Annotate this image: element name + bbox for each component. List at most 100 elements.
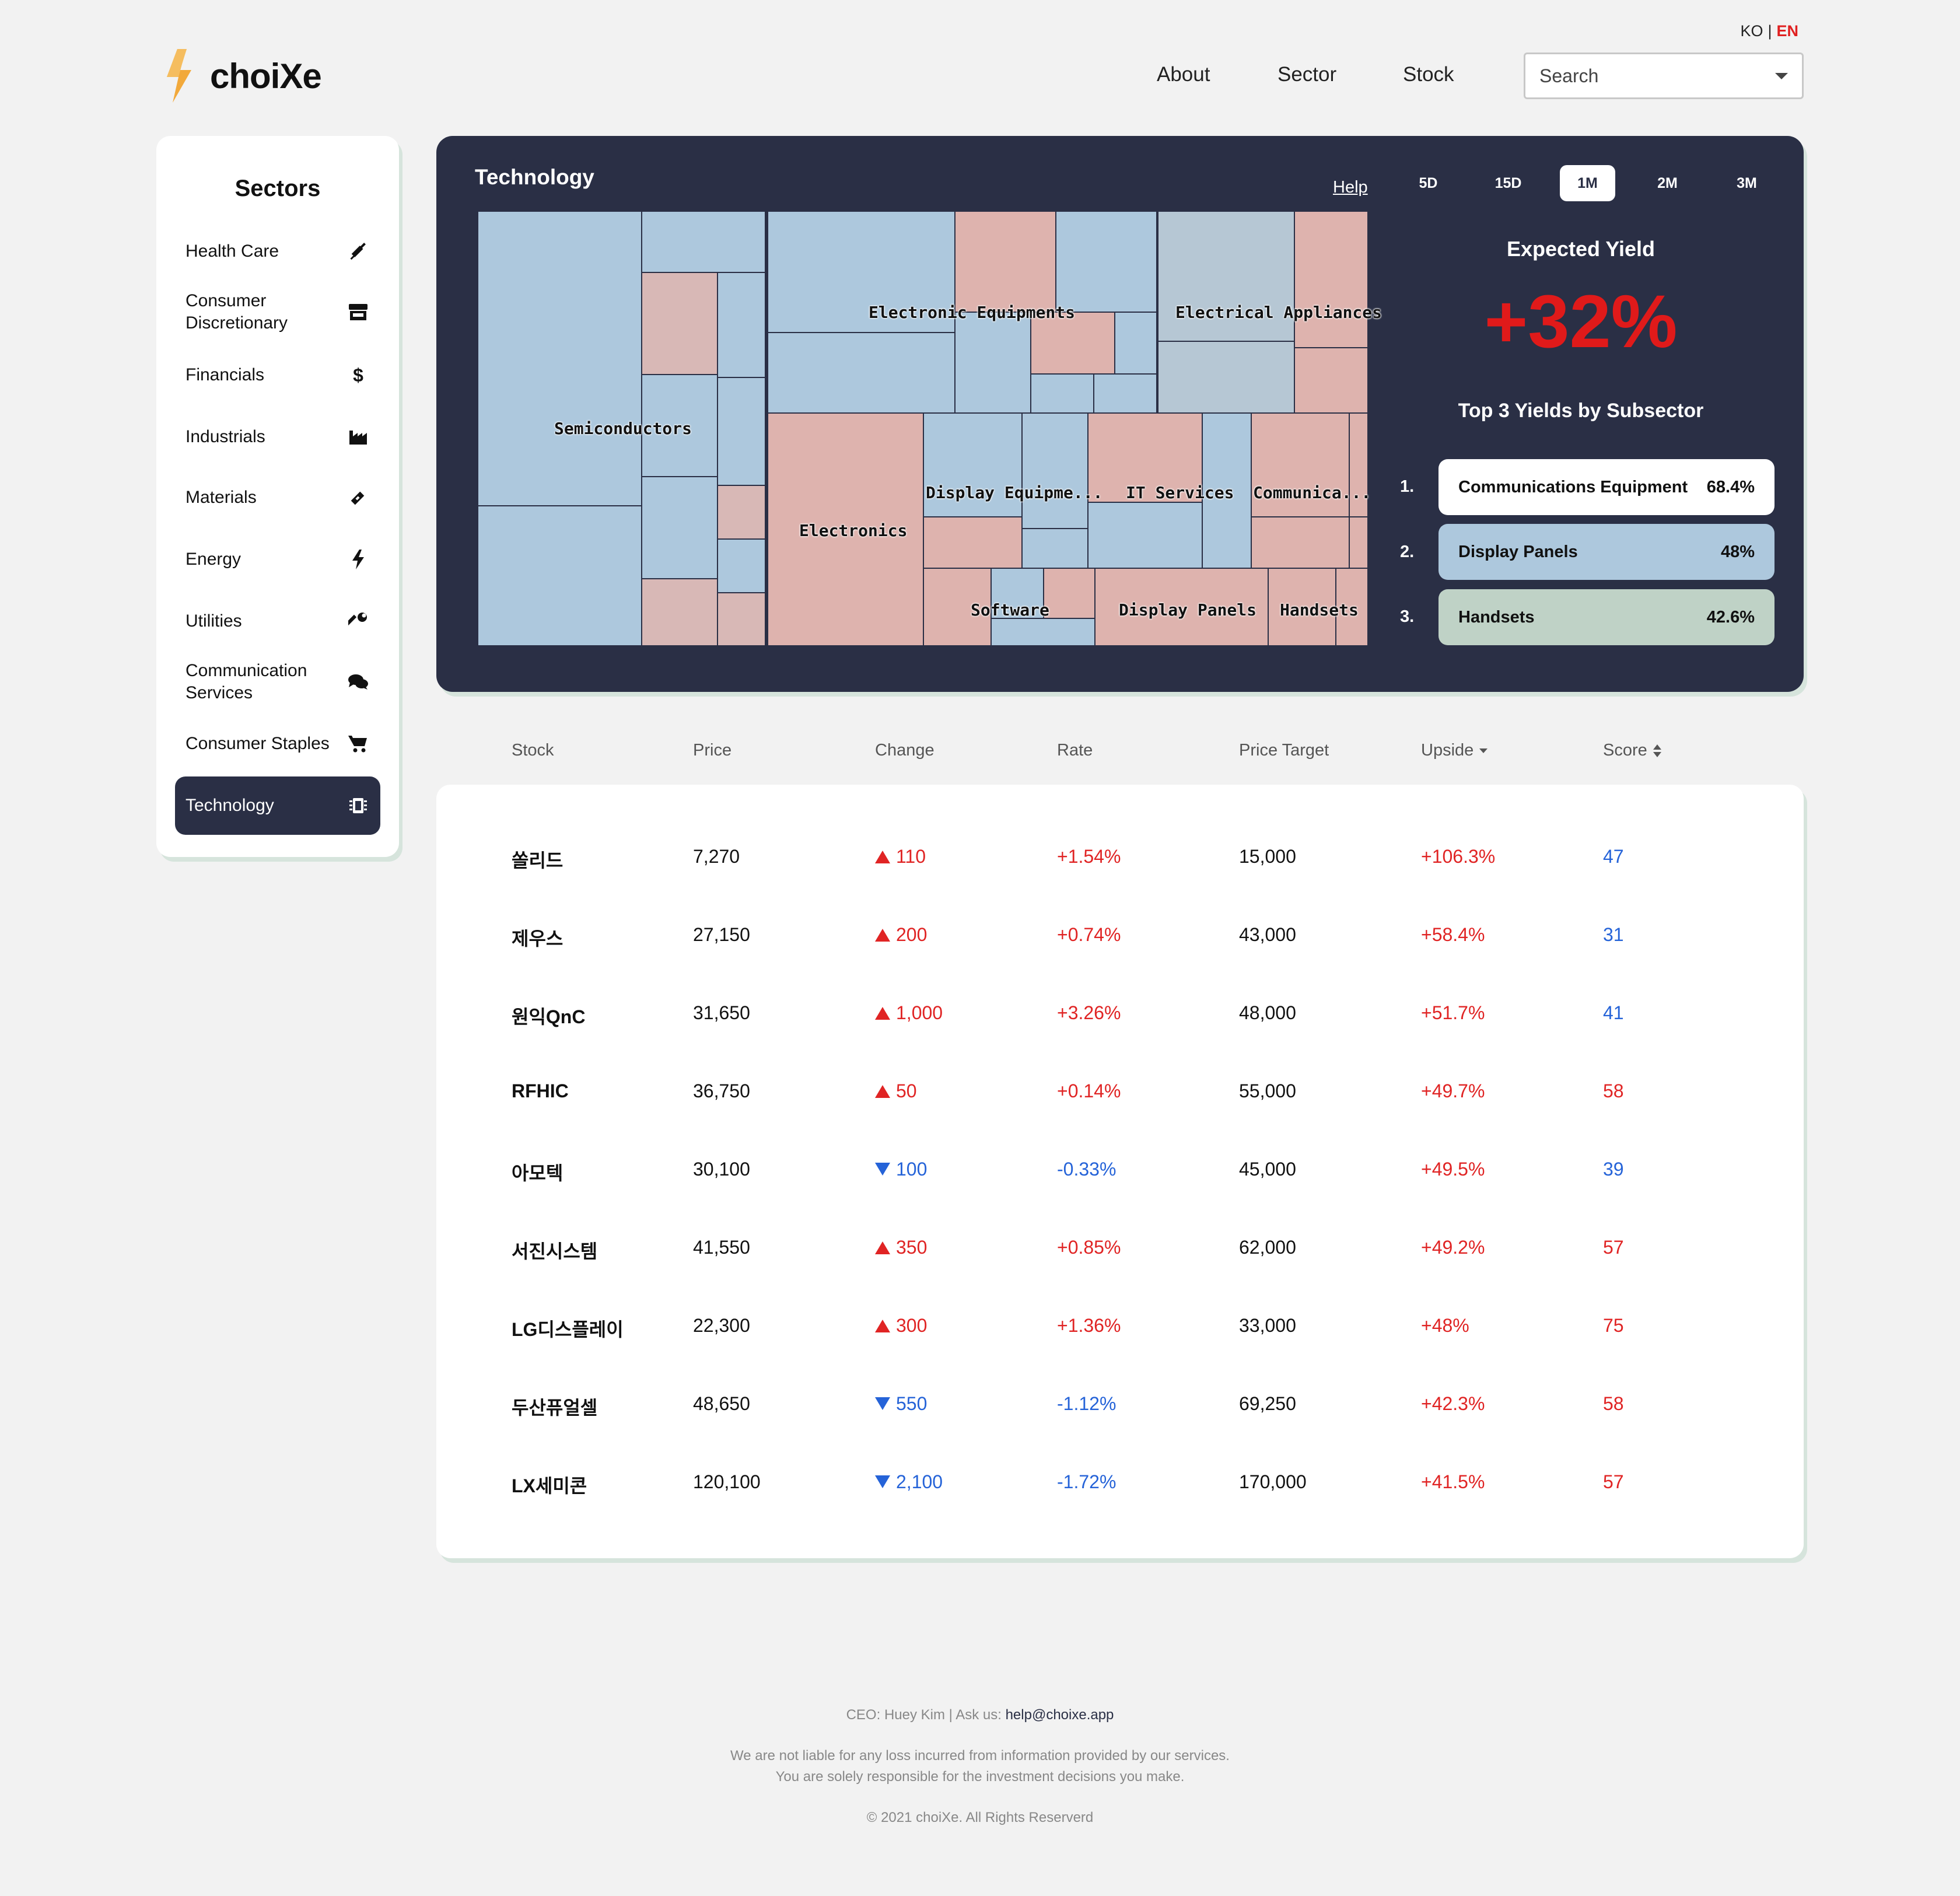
treemap-tile[interactable] (1294, 211, 1368, 348)
subsector-treemap: Semiconductors Electronic Equipments Ele… (477, 211, 1382, 646)
col-header-upside[interactable]: Upside (1421, 741, 1489, 760)
cell-price-target: 55,000 (1239, 1080, 1296, 1101)
col-header-stock[interactable]: Stock (512, 741, 554, 760)
top3-rank: 2. (1400, 543, 1415, 561)
treemap-tile[interactable] (717, 377, 766, 486)
help-link[interactable]: Help (1333, 178, 1368, 197)
period-5d[interactable]: 5D (1401, 165, 1456, 201)
table-row[interactable]: 서진시스템 41,550 350 +0.85% 62,000 +49.2% 57 (436, 1232, 1804, 1267)
cell-price-target: 15,000 (1239, 846, 1296, 867)
treemap-tile[interactable] (767, 332, 956, 414)
col-header-rate[interactable]: Rate (1057, 741, 1093, 760)
treemap-tile[interactable] (1157, 341, 1295, 414)
treemap-tile[interactable] (641, 211, 766, 273)
cell-rate: +1.54% (1057, 846, 1121, 867)
period-1m[interactable]: 1M (1560, 165, 1615, 201)
treemap-tile[interactable] (954, 211, 1056, 313)
cell-score: 47 (1603, 846, 1624, 867)
col-header-label: Stock (512, 741, 554, 760)
table-row[interactable]: 제우스 27,150 200 +0.74% 43,000 +58.4% 31 (436, 919, 1804, 954)
treemap-tile[interactable] (1055, 211, 1157, 313)
treemap-label-electronics: Electronics (799, 521, 908, 540)
search-select[interactable]: Search (1524, 53, 1804, 99)
table-row[interactable]: RFHIC 36,750 50 +0.14% 55,000 +49.7% 58 (436, 1076, 1804, 1111)
table-row[interactable]: 원익QnC 31,650 1,000 +3.26% 48,000 +51.7% 41 (436, 998, 1804, 1033)
treemap-tile[interactable] (717, 592, 766, 646)
treemap-tile[interactable] (1030, 373, 1094, 414)
treemap-tile[interactable] (991, 618, 1096, 646)
treemap-tile[interactable] (1251, 516, 1350, 569)
cell-upside: +42.3% (1421, 1393, 1485, 1414)
sidebar-item-industrials[interactable]: Industrials (175, 408, 380, 466)
lang-ko[interactable]: KO (1740, 22, 1763, 40)
treemap-tile[interactable] (1043, 568, 1096, 619)
sidebar-item-materials[interactable]: Materials (175, 468, 380, 527)
treemap-tile[interactable] (641, 578, 718, 646)
sidebar-item-consumer-staples[interactable]: Consumer Staples (175, 715, 380, 773)
col-header-score[interactable]: Score (1603, 741, 1662, 760)
cell-rate: -1.12% (1057, 1393, 1116, 1414)
lang-en[interactable]: EN (1776, 22, 1798, 40)
table-row[interactable]: 아모텍 30,100 100 -0.33% 45,000 +49.5% 39 (436, 1154, 1804, 1189)
period-3m[interactable]: 3M (1719, 165, 1774, 201)
treemap-tile[interactable] (717, 272, 766, 378)
triangle-down-icon (875, 1475, 890, 1488)
treemap-tile[interactable] (1021, 528, 1088, 569)
sidebar-item-label: Financials (186, 365, 265, 384)
table-row[interactable]: LX세미콘 120,100 2,100 -1.72% 170,000 +41.5% 57 (436, 1467, 1804, 1502)
sidebar-item-energy[interactable]: Energy (175, 530, 380, 589)
table-row[interactable]: 쏠리드 7,270 110 +1.54% 15,000 +106.3% 47 (436, 841, 1804, 876)
top3-card[interactable]: Display Panels 48% (1438, 524, 1774, 580)
col-header-price-target[interactable]: Price Target (1239, 741, 1329, 760)
treemap-tile[interactable] (1021, 412, 1088, 529)
footer-disclaimer-2: You are solely responsible for the inves… (775, 1769, 1185, 1785)
treemap-tile[interactable] (1349, 516, 1368, 569)
sidebar-item-utilities[interactable]: Utilities (175, 592, 380, 650)
brand-name: choiXe (210, 56, 322, 96)
footer-email-link[interactable]: help@choixe.app (1006, 1707, 1114, 1723)
cart-icon (346, 732, 370, 755)
top3-pct: 48% (1720, 542, 1755, 561)
cell-change-value: 50 (896, 1080, 917, 1101)
treemap-tile[interactable] (1157, 211, 1295, 342)
pencil-icon (346, 486, 370, 509)
nav-stock[interactable]: Stock (1403, 63, 1454, 86)
treemap-tile[interactable] (1093, 373, 1157, 414)
cell-stock: 원익QnC (512, 1006, 586, 1027)
treemap-tile[interactable] (641, 272, 718, 375)
table-row[interactable]: 두산퓨얼셀 48,650 550 -1.12% 69,250 +42.3% 58 (436, 1388, 1804, 1423)
cell-stock: 서진시스템 (512, 1241, 598, 1262)
sidebar-item-label: Communication Services (186, 661, 307, 702)
cell-price: 31,650 (693, 1002, 750, 1023)
treemap-tile[interactable] (477, 211, 642, 506)
period-15d[interactable]: 15D (1480, 165, 1536, 201)
treemap-tile[interactable] (477, 505, 642, 646)
treemap-tile[interactable] (1294, 347, 1368, 414)
treemap-tile[interactable] (641, 476, 718, 579)
treemap-tile[interactable] (1087, 502, 1203, 569)
treemap-tile[interactable] (717, 485, 766, 540)
sidebar-item-technology[interactable]: Technology (175, 776, 380, 835)
treemap-tile[interactable] (954, 312, 1031, 414)
cell-change: 2,100 (875, 1471, 943, 1493)
cell-change: 550 (875, 1393, 927, 1415)
col-header-change[interactable]: Change (875, 741, 935, 760)
nav-about[interactable]: About (1157, 63, 1210, 86)
treemap-tile[interactable] (1114, 312, 1157, 375)
cell-score: 58 (1603, 1080, 1624, 1101)
top3-card[interactable]: Communications Equipment 68.4% (1438, 459, 1774, 515)
table-row[interactable]: LG디스플레이 22,300 300 +1.36% 33,000 +48% 75 (436, 1310, 1804, 1345)
treemap-tile[interactable] (923, 516, 1023, 569)
period-2m[interactable]: 2M (1640, 165, 1695, 201)
top3-pct: 68.4% (1706, 477, 1755, 496)
sidebar-item-communication-services[interactable]: Communication Services (175, 653, 380, 711)
sidebar-item-financials[interactable]: Financials $ (175, 346, 380, 404)
col-header-price[interactable]: Price (693, 741, 732, 760)
treemap-tile[interactable] (717, 538, 766, 593)
col-header-label: Change (875, 741, 935, 760)
nav-sector[interactable]: Sector (1278, 63, 1336, 86)
logo[interactable]: choiXe (164, 48, 322, 104)
top3-card[interactable]: Handsets 42.6% (1438, 589, 1774, 645)
sidebar-item-health-care[interactable]: Health Care (175, 222, 380, 281)
sidebar-item-consumer-discretionary[interactable]: Consumer Discretionary (175, 283, 380, 341)
